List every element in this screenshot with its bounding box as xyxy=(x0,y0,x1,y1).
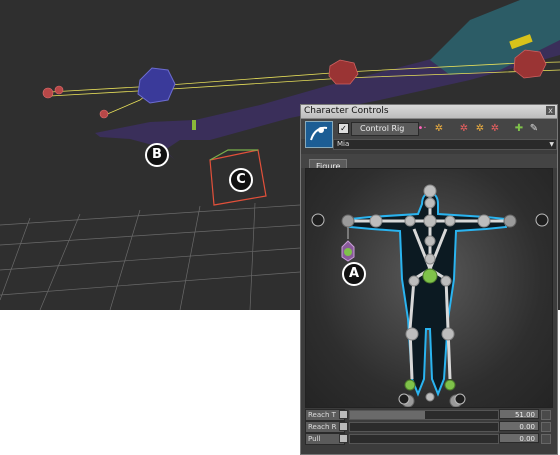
figure-icon xyxy=(310,126,328,141)
control-rig-checkbox[interactable]: ✓ xyxy=(338,123,349,134)
character-controls-panel: Character Controls x ✓ Control Rig •‧ ✲ … xyxy=(300,104,558,455)
figure-select-icon[interactable]: ✲ xyxy=(457,122,471,136)
floor-grid xyxy=(0,202,301,310)
pull-row: Pull 0.00 xyxy=(301,433,557,445)
panel-toolbar: ✓ Control Rig •‧ ✲ ✲ ✲ ✲ ✚ ✎ xyxy=(301,119,557,148)
figure-full-icon[interactable]: ✲ xyxy=(473,122,487,136)
character-dropdown[interactable]: Mia ▼ xyxy=(333,139,557,150)
panel-title: Character Controls xyxy=(304,106,389,116)
figure-view[interactable]: A xyxy=(305,168,553,408)
figure-rig xyxy=(311,184,549,407)
effector-toggle-icon[interactable]: •‧ xyxy=(415,122,429,136)
reset-icon[interactable] xyxy=(541,410,551,420)
figure-pose-icon[interactable]: ✲ xyxy=(432,122,446,136)
callout-a: A xyxy=(342,262,366,286)
chevron-down-icon: ▼ xyxy=(549,141,554,148)
reset-icon[interactable] xyxy=(541,434,551,444)
blue-effector-marker xyxy=(137,67,176,104)
reach-r-row: Reach R 0.00 xyxy=(301,421,557,433)
reset-icon[interactable] xyxy=(541,422,551,432)
figure-body-icon[interactable]: ✲ xyxy=(488,122,502,136)
control-rig-label[interactable]: Control Rig xyxy=(351,122,419,136)
add-key-icon[interactable]: ✚ xyxy=(512,122,526,136)
character-logo-icon[interactable] xyxy=(305,121,333,148)
callout-c: C xyxy=(229,168,253,192)
callout-b: B xyxy=(145,143,169,167)
pull-slider[interactable] xyxy=(349,434,499,444)
close-icon[interactable]: x xyxy=(546,106,555,115)
lock-icon[interactable] xyxy=(339,410,348,419)
pull-value[interactable]: 0.00 xyxy=(499,433,539,443)
pin-icon[interactable]: ✎ xyxy=(527,122,541,136)
panel-titlebar[interactable]: Character Controls x xyxy=(301,105,557,119)
tab-row: Figure xyxy=(301,154,557,173)
reach-t-row: Reach T 51.00 xyxy=(301,409,557,421)
reach-r-slider[interactable] xyxy=(349,422,499,432)
reach-t-value[interactable]: 51.00 xyxy=(499,409,539,419)
character-name: Mia xyxy=(337,140,350,148)
reach-t-fill xyxy=(350,411,426,419)
lock-icon[interactable] xyxy=(339,422,348,431)
reach-t-slider[interactable] xyxy=(349,410,499,420)
reach-r-value[interactable]: 0.00 xyxy=(499,421,539,431)
lock-icon[interactable] xyxy=(339,434,348,443)
